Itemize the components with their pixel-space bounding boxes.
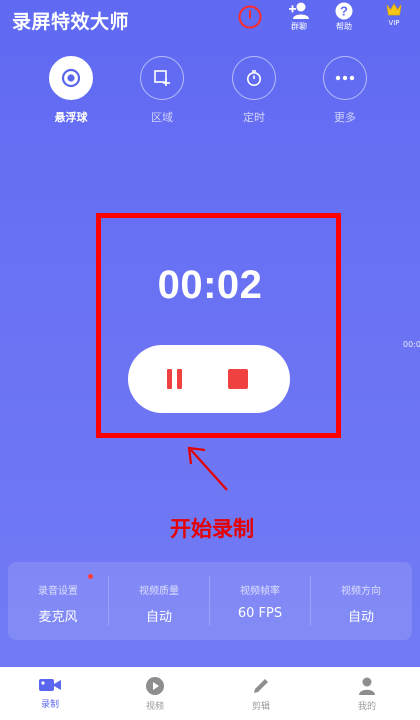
mode-label-floating-ball: 悬浮球 — [54, 111, 88, 124]
app-title: 录屏特效大师 — [12, 11, 130, 33]
mode-more[interactable]: 更多 — [315, 56, 375, 126]
nav-videos[interactable]: 视频 — [125, 667, 185, 720]
mode-timer[interactable]: 定时 — [224, 56, 284, 126]
annotation-arrow-icon — [187, 446, 228, 491]
nav-edit-label: 剪辑 — [251, 702, 270, 712]
region-icon — [154, 70, 170, 86]
mode-label-region: 区域 — [151, 111, 173, 124]
mode-floating-ball[interactable]: 悬浮球 — [41, 56, 101, 126]
mode-label-more: 更多 — [334, 111, 356, 124]
recording-timer: 00:02 — [157, 263, 263, 307]
nav-videos-label: 视频 — [145, 702, 164, 712]
settings-card: 录音设置 麦克风 视频质量 自动 视频帧率 60 FPS 视频方向 自动 — [8, 562, 412, 640]
setting-quality-value: 自动 — [145, 610, 172, 625]
pause-button[interactable] — [162, 367, 186, 391]
setting-audio[interactable]: 录音设置 麦克风 — [8, 562, 108, 640]
setting-orientation-value: 自动 — [347, 610, 374, 625]
app-header: 录屏特效大师 群聊 ? 帮助 VIP — [0, 0, 420, 40]
help-button[interactable]: ? 帮助 — [328, 2, 360, 36]
nav-record-label: 录制 — [40, 700, 59, 710]
stopwatch-icon — [247, 70, 261, 86]
group-chat-icon — [289, 2, 309, 19]
nav-record[interactable]: 录制 — [20, 667, 80, 720]
setting-quality[interactable]: 视频质量 自动 — [109, 562, 209, 640]
setting-quality-label: 视频质量 — [139, 586, 179, 597]
notification-dot — [88, 574, 93, 579]
mode-region[interactable]: 区域 — [132, 56, 192, 126]
stop-button[interactable] — [228, 369, 248, 389]
pencil-icon — [254, 679, 268, 693]
setting-audio-label: 录音设置 — [38, 586, 78, 597]
pause-bar-left — [167, 369, 172, 389]
play-icon — [146, 677, 164, 695]
vip-label: VIP — [388, 19, 400, 27]
setting-framerate-label: 视频帧率 — [240, 586, 280, 597]
video-camera-icon — [39, 679, 61, 691]
svg-text:?: ? — [340, 4, 348, 19]
timer-clock-icon[interactable] — [237, 4, 263, 30]
annotation-start-recording: 开始录制 — [170, 516, 254, 541]
nav-profile-label: 我的 — [357, 702, 376, 712]
setting-orientation[interactable]: 视频方向 自动 — [311, 562, 411, 640]
setting-framerate[interactable]: 视频帧率 60 FPS — [210, 562, 310, 640]
group-chat-label: 群聊 — [291, 22, 307, 31]
nav-profile[interactable]: 我的 — [337, 667, 397, 720]
floating-ball-circle — [49, 56, 93, 100]
help-label: 帮助 — [336, 22, 352, 31]
setting-framerate-value: 60 FPS — [237, 606, 283, 621]
more-icon — [335, 75, 355, 81]
setting-audio-value: 麦克风 — [38, 610, 78, 625]
region-circle — [140, 56, 184, 100]
setting-orientation-label: 视频方向 — [341, 586, 381, 597]
mode-label-timer: 定时 — [243, 111, 265, 124]
more-circle — [323, 56, 367, 100]
nav-edit[interactable]: 剪辑 — [231, 667, 291, 720]
pause-bar-right — [177, 369, 182, 389]
group-chat-button[interactable]: 群聊 — [283, 2, 315, 36]
user-icon — [359, 677, 375, 695]
vip-button[interactable]: VIP — [378, 2, 410, 36]
vip-crown-icon — [386, 3, 402, 16]
timer-circle — [232, 56, 276, 100]
recording-controls — [128, 345, 290, 413]
target-icon — [61, 68, 81, 88]
bottom-nav: 录制 视频 剪辑 我的 — [0, 667, 420, 720]
help-icon: ? — [335, 2, 353, 20]
side-timer-peek: 00:0 — [403, 340, 420, 349]
